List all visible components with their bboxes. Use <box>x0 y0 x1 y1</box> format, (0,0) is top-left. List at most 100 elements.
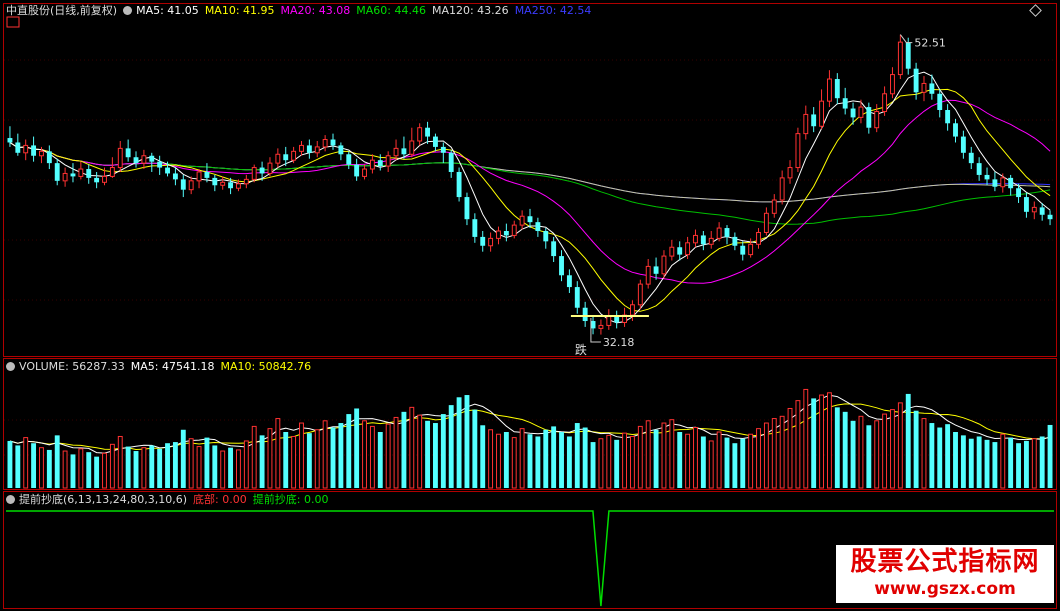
fall-mark: 跌 <box>575 342 587 357</box>
candle-body <box>629 304 635 316</box>
candle-body <box>1047 214 1053 220</box>
volume-bar <box>708 440 714 489</box>
candle-body <box>543 231 549 242</box>
stock-name[interactable]: 中直股份 <box>6 4 50 17</box>
volume-bar <box>511 437 517 489</box>
volume-bar <box>1000 433 1006 489</box>
candle-body <box>976 163 982 175</box>
candle-body <box>133 157 139 164</box>
volume-bar <box>874 420 880 489</box>
volume-bar <box>582 427 588 488</box>
ma120-value: MA120: 43.26 <box>431 4 509 17</box>
candle-body <box>803 113 809 135</box>
candle-body <box>362 168 367 177</box>
volume-bar <box>700 436 706 488</box>
candle-body <box>858 106 864 118</box>
volume-bar <box>606 434 612 489</box>
candle-body <box>1016 188 1021 198</box>
indicator-name[interactable]: 提前抄底(6,13,13,24,80,3,10,6) <box>19 493 187 506</box>
volume-bar <box>267 428 273 489</box>
volume-bar <box>54 435 60 488</box>
ma10-value: MA10: 41.95 <box>204 4 275 17</box>
volume-bar <box>78 448 84 489</box>
volume-bar <box>992 442 998 488</box>
volume-bar <box>259 435 265 488</box>
stock-chart[interactable]: 52.51 32.18 跌 <box>0 0 1060 611</box>
candle-body <box>338 145 344 155</box>
volume-bar <box>527 434 533 488</box>
candle-body <box>322 139 328 148</box>
volume-bar <box>433 423 438 488</box>
volume-bar <box>133 451 139 488</box>
candle-body <box>897 41 903 76</box>
volume-bar <box>165 443 170 488</box>
volume-bar <box>819 394 824 489</box>
candle-body <box>716 227 722 239</box>
candle-body <box>535 222 541 232</box>
ma20-value: MA20: 43.08 <box>280 4 351 17</box>
volume-bar <box>188 438 194 489</box>
volume-bar <box>669 419 675 489</box>
volume-bar <box>102 452 107 489</box>
candle-body <box>291 150 297 161</box>
candle-body <box>433 136 438 147</box>
candle-body <box>685 242 691 256</box>
candle-body <box>440 146 446 153</box>
candle-body <box>787 167 793 179</box>
candle-body <box>1031 206 1037 213</box>
period-label[interactable]: (日线,前复权) <box>50 4 117 17</box>
volume-bar <box>196 446 202 489</box>
high-label: 52.51 <box>914 37 946 50</box>
volume-bar <box>866 425 872 488</box>
volume-bar <box>1023 440 1029 488</box>
gear-icon[interactable] <box>123 6 133 15</box>
price-header: 中直股份(日线,前复权) MA5: 41.05 MA10: 41.95 MA20: 4… <box>6 3 597 19</box>
volume-bar <box>968 438 974 488</box>
gear-icon[interactable] <box>6 362 15 371</box>
volume-bar <box>46 449 52 488</box>
volume-bar <box>440 414 446 488</box>
candle-body <box>70 173 76 177</box>
candle-body <box>472 219 478 237</box>
volume-bar <box>748 433 754 489</box>
candle-body <box>46 151 52 164</box>
candle-body <box>488 237 494 247</box>
candle-body <box>448 152 454 172</box>
volume-bar <box>480 425 486 488</box>
candle-body <box>953 123 958 137</box>
volume-bar <box>62 450 68 489</box>
volume-bar <box>283 432 289 488</box>
volume-bar <box>937 427 943 488</box>
candle-body <box>180 179 186 190</box>
volume-bar <box>70 454 76 488</box>
candle-body <box>905 42 911 69</box>
candle-body <box>172 173 178 180</box>
candle-body <box>228 182 234 189</box>
volume-header: VOLUME: 56287.33 MA5: 47541.18 MA10: 50842… <box>6 359 317 375</box>
candle-body <box>700 235 706 245</box>
volume-bar <box>858 415 864 489</box>
candle-body <box>346 154 352 165</box>
candle-body <box>653 266 659 274</box>
volume-bar <box>826 392 832 489</box>
volume-bar <box>566 436 572 488</box>
candle-body <box>39 150 44 157</box>
volume-bar <box>291 435 297 489</box>
candle-body <box>109 167 115 177</box>
low-label: 32.18 <box>603 336 635 349</box>
volume-bar <box>732 443 738 488</box>
candle-body <box>763 212 769 233</box>
candle-body <box>78 168 84 177</box>
volume-bar <box>496 433 501 489</box>
candle-body <box>677 247 683 255</box>
volume-bar <box>1039 436 1045 488</box>
candle-body <box>559 256 564 276</box>
candle-body <box>212 177 218 186</box>
candle-body <box>1000 177 1006 188</box>
volume-bar <box>897 402 903 489</box>
candle-body <box>283 154 289 161</box>
volume-bar <box>629 435 635 489</box>
candle-body <box>519 215 525 226</box>
volume-bar <box>346 414 352 488</box>
gear-icon[interactable] <box>6 495 15 504</box>
